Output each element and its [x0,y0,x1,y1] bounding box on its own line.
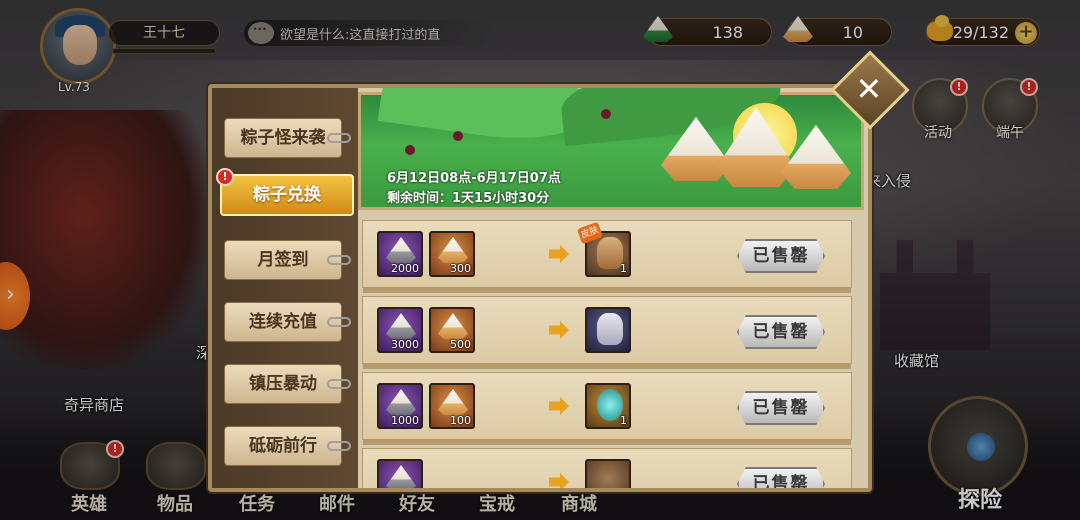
paperclip-icon [327,133,351,143]
orange-zongzi-cost[interactable]: 300 [429,231,475,277]
tab-label: 月签到 [257,250,309,270]
tab-label: 连续充值 [249,312,317,332]
event-modal: 粽子怪来袭 粽子兑换 ! 月签到 连续充值 镇压暴动 砥砺前行 6月12日08点… [208,84,872,492]
orange-zongzi-icon [438,237,468,263]
hero-portrait-icon [597,313,623,345]
tab-label: 镇压暴动 [249,374,317,394]
reward-hero-skin[interactable]: 皮肤 1 [576,221,631,277]
sold-out-button[interactable]: 已售罄 [737,467,825,488]
tab-label: 砥砺前行 [249,436,317,456]
orange-zongzi-cost[interactable]: 100 [429,383,475,429]
purple-zongzi-icon [386,465,416,488]
event-banner: 6月12日08点-6月17日07点 剩余时间：1天15小时30分 [358,88,864,210]
event-tab-list: 粽子怪来袭 粽子兑换 ! 月签到 连续充值 镇压暴动 砥砺前行 [212,88,358,488]
tab-consecutive-recharge[interactable]: 连续充值 [224,302,351,342]
close-icon: ✕ [855,69,883,108]
purple-zongzi-cost[interactable] [377,459,423,488]
paperclip-icon [327,379,351,389]
exchange-row: 2000 300 皮肤 1 已售罄 [362,220,852,293]
exchange-tab-badge: ! [216,168,234,186]
purple-zongzi-cost[interactable]: 1000 [377,383,423,429]
arrow-right-icon [549,397,569,415]
paperclip-icon [327,317,351,327]
exchange-row: 1000 100 1 已售罄 [362,372,852,445]
exchange-row: 已售罄 [362,448,852,488]
purple-zongzi-cost[interactable]: 2000 [377,231,423,277]
paperclip-icon [327,255,351,265]
reward-hero[interactable] [585,307,631,353]
tab-monthly-signin[interactable]: 月签到 [224,240,351,280]
exchange-row: 3000 500 已售罄 [362,296,852,369]
sold-out-button[interactable]: 已售罄 [737,239,825,273]
reward-spirit-orb[interactable]: 1 [585,383,631,429]
purple-zongzi-icon [386,313,416,339]
purple-zongzi-cost[interactable]: 3000 [377,307,423,353]
tab-zongzi-attack[interactable]: 粽子怪来袭 [224,118,351,158]
tab-press-forward[interactable]: 砥砺前行 [224,426,351,466]
event-period: 6月12日08点-6月17日07点 [387,171,561,186]
arrow-right-icon [549,245,569,263]
purple-zongzi-icon [386,389,416,415]
tab-label: 粽子怪来袭 [240,128,326,148]
sold-out-button[interactable]: 已售罄 [737,391,825,425]
orange-zongzi-icon [438,389,468,415]
exchange-content: 6月12日08点-6月17日07点 剩余时间：1天15小时30分 2000 30… [358,88,868,488]
paperclip-icon [327,441,351,451]
event-remaining-time: 剩余时间：1天15小时30分 [387,191,550,206]
tab-suppress-riot[interactable]: 镇压暴动 [224,364,351,404]
reward-item[interactable] [585,459,631,488]
orange-zongzi-icon [438,313,468,339]
sold-out-button[interactable]: 已售罄 [737,315,825,349]
arrow-right-icon [549,473,569,488]
orange-zongzi-cost[interactable]: 500 [429,307,475,353]
arrow-right-icon [549,321,569,339]
tab-zongzi-exchange[interactable]: 粽子兑换 ! [216,168,354,216]
tab-label: 粽子兑换 [253,185,321,205]
purple-zongzi-icon [386,237,416,263]
